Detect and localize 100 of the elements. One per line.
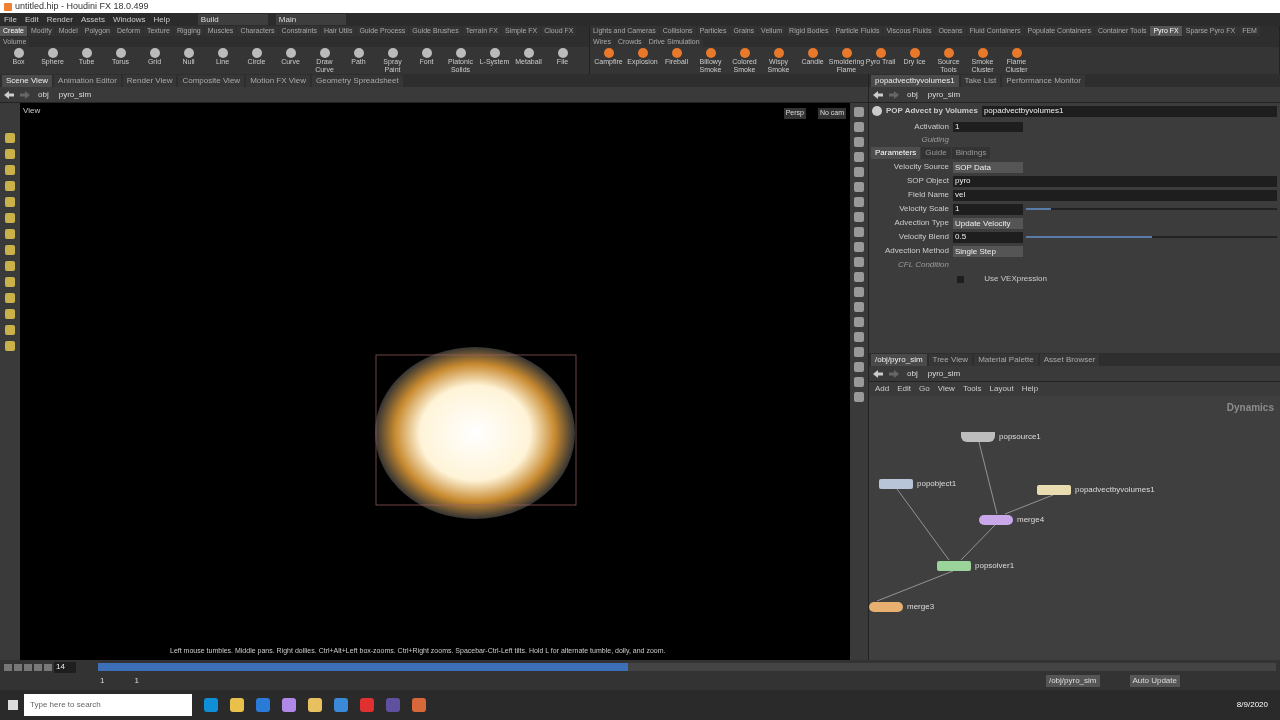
path-button[interactable]: pyro_sim — [56, 88, 94, 101]
checkbox[interactable] — [957, 275, 964, 283]
param-field[interactable]: 1 — [953, 203, 1023, 215]
viewport-label: View — [23, 105, 41, 117]
network-node[interactable] — [961, 432, 995, 442]
back-arrow-icon[interactable] — [873, 90, 883, 99]
menu-item[interactable]: Help — [153, 13, 170, 26]
menu-item[interactable]: Tools — [962, 383, 982, 395]
param-label: Guiding — [920, 133, 950, 146]
back-arrow-icon[interactable] — [873, 369, 883, 378]
taskbar-app-icon[interactable] — [230, 698, 244, 712]
network-node[interactable] — [979, 515, 1013, 525]
pane-tab[interactable]: Geometry Spreadsheet — [312, 75, 403, 87]
frame-field[interactable]: 14 — [54, 661, 76, 673]
node-type-icon — [872, 106, 882, 116]
param-label: Velocity Blend — [897, 231, 950, 243]
connector-line — [1004, 494, 1054, 515]
tool-icon — [81, 48, 92, 58]
param-menu[interactable]: Update Velocity — [953, 217, 1023, 229]
pane-tab[interactable]: Tree View — [928, 354, 973, 366]
taskbar-app-icon[interactable] — [308, 698, 322, 712]
pane-tab[interactable]: Performance Monitor — [1002, 75, 1085, 87]
menu-item[interactable]: Edit — [24, 13, 39, 26]
network-node[interactable] — [879, 479, 913, 489]
tool-icon — [115, 48, 126, 58]
forward-arrow-icon[interactable] — [20, 90, 30, 99]
taskbar-app-icon[interactable] — [412, 698, 426, 712]
menu-item[interactable]: Add — [875, 383, 890, 395]
menu-item[interactable]: Windows — [112, 13, 146, 26]
forward-arrow-icon[interactable] — [889, 369, 899, 378]
pane-tab[interactable]: Render View — [122, 75, 177, 87]
taskbar-app-icon[interactable] — [282, 698, 296, 712]
node-label: popobject1 — [917, 478, 957, 490]
pane-tab[interactable]: Composite View — [178, 75, 245, 87]
network-node[interactable] — [1037, 485, 1071, 495]
tool-icon — [977, 48, 988, 58]
menu-item[interactable]: Render — [46, 13, 73, 26]
desktop-menu[interactable]: Build — [197, 14, 268, 25]
update-mode-menu[interactable]: Auto Update — [1129, 675, 1180, 687]
pane-tab[interactable]: Animation Editor — [54, 75, 121, 87]
menu-item[interactable]: Help — [1021, 383, 1039, 395]
path-button[interactable]: obj — [36, 88, 51, 101]
status-path[interactable]: /obj/pyro_sim — [1045, 675, 1100, 687]
pane-tab[interactable]: Asset Browser — [1039, 354, 1100, 366]
pane-tab[interactable]: Scene View — [2, 75, 53, 87]
pane-tab[interactable]: popadvectbyvolumes1 — [871, 75, 959, 87]
param-menu[interactable]: Single Step — [953, 245, 1023, 257]
node-name-field[interactable]: popadvectbyvolumes1 — [981, 105, 1277, 117]
node-label: popadvectbyvolumes1 — [1075, 484, 1155, 496]
menu-item[interactable]: Layout — [989, 383, 1014, 395]
param-label: Use VEXpression — [983, 273, 1048, 285]
param-tab[interactable]: Bindings — [951, 147, 991, 159]
pane-tab[interactable]: Motion FX View — [246, 75, 310, 87]
path-button[interactable]: pyro_sim — [925, 367, 963, 380]
network-node[interactable] — [869, 602, 903, 612]
context-label: Dynamics — [1226, 401, 1274, 415]
pane-tab[interactable]: /obj/pyro_sim — [871, 354, 927, 366]
desktop-menu[interactable]: Main — [275, 14, 346, 25]
param-field[interactable]: 0.5 — [953, 231, 1023, 243]
tool-icon — [353, 48, 364, 58]
param-tab[interactable]: Parameters — [871, 147, 921, 159]
node-label: popsolver1 — [975, 560, 1015, 572]
menu-item[interactable]: View — [937, 383, 955, 395]
node-type-label: POP Advect by Volumes — [886, 105, 978, 117]
search-field[interactable]: Type here to search — [24, 694, 192, 716]
taskbar-app-icon[interactable] — [334, 698, 348, 712]
tool-icon — [739, 48, 750, 58]
tool-icon — [523, 48, 534, 58]
tool-icon — [841, 48, 852, 58]
tool-icon — [671, 48, 682, 58]
pane-tab[interactable]: Material Palette — [974, 354, 1038, 366]
path-button[interactable]: obj — [905, 88, 920, 101]
param-tab[interactable]: Guide — [921, 147, 951, 159]
tool-icon — [705, 48, 716, 58]
node-label: merge3 — [907, 601, 935, 613]
menu-item[interactable]: Go — [919, 383, 930, 395]
back-arrow-icon[interactable] — [4, 90, 14, 99]
taskbar-app-icon[interactable] — [386, 698, 400, 712]
tool-icon — [637, 48, 648, 58]
menu-item[interactable]: File — [4, 13, 17, 26]
windows-start-icon[interactable] — [8, 700, 18, 710]
menu-item[interactable]: Edit — [897, 383, 912, 395]
param-menu[interactable]: SOP Data — [953, 161, 1023, 173]
param-field[interactable]: pyro — [953, 175, 1277, 187]
taskbar-app-icon[interactable] — [360, 698, 374, 712]
forward-arrow-icon[interactable] — [889, 90, 899, 99]
pane-tab[interactable]: Take List — [960, 75, 1001, 87]
taskbar-app-icon[interactable] — [256, 698, 270, 712]
activation-field[interactable]: 1 — [953, 121, 1023, 132]
taskbar-app-icon[interactable] — [204, 698, 218, 712]
timeline-track[interactable] — [98, 663, 1276, 671]
param-field[interactable]: vel — [953, 189, 1277, 201]
path-button[interactable]: obj — [905, 367, 920, 380]
path-button[interactable]: pyro_sim — [925, 88, 963, 101]
network-node[interactable] — [937, 561, 971, 571]
tool-icon — [387, 48, 398, 58]
tool-icon — [489, 48, 500, 58]
menu-item[interactable]: Assets — [80, 13, 105, 26]
param-label: Field Name — [907, 189, 950, 201]
network-canvas[interactable]: Dynamics popsource1 popobject1 popadvectbyvolumes1 merge4 popsolver1 merge3 — [869, 396, 1280, 660]
